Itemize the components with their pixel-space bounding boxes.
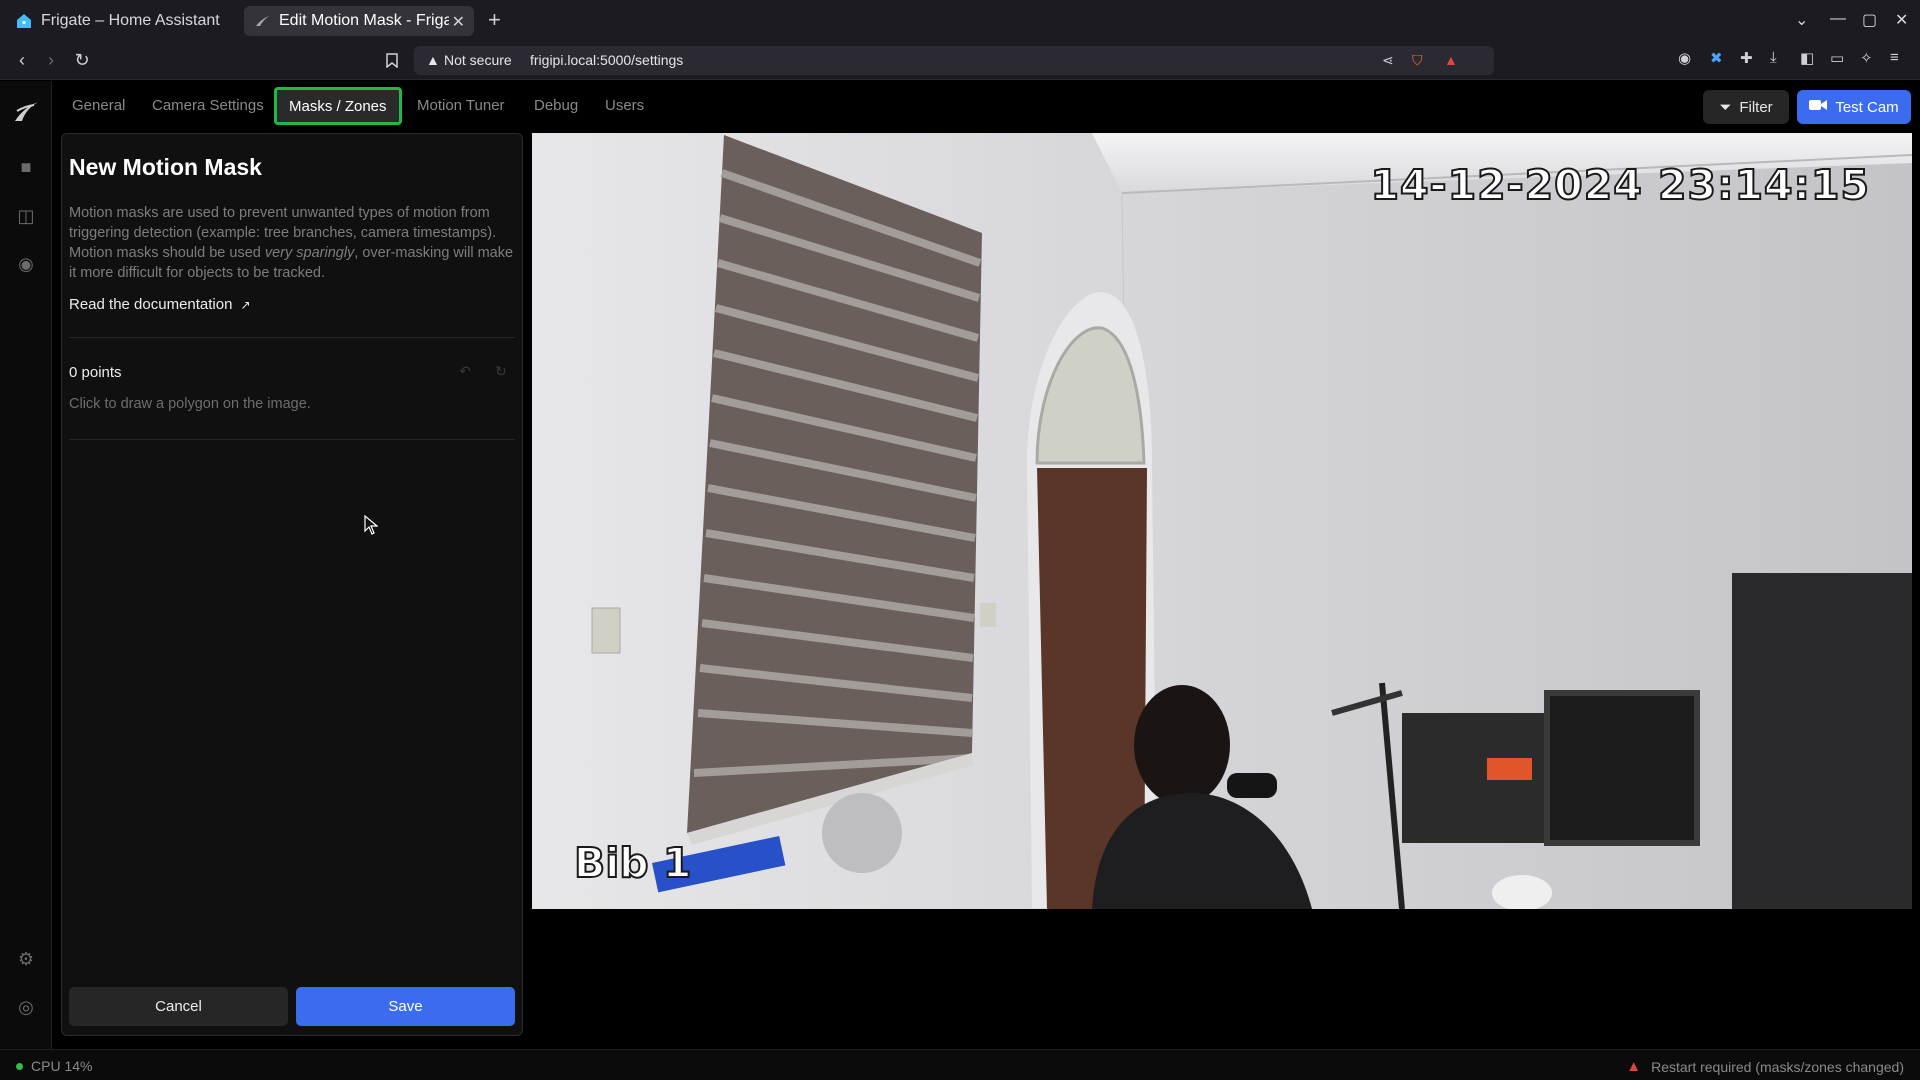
brave-shield-icon[interactable]: ⛉ xyxy=(1412,52,1423,69)
new-tab-icon[interactable]: + xyxy=(488,8,501,32)
panel-title: New Motion Mask xyxy=(69,154,262,180)
restart-notice[interactable]: ▲ Restart required (masks/zones changed) xyxy=(1626,1058,1904,1075)
app-sidebar: ■ ◫ ◉ ⚙ ◎ xyxy=(0,81,52,1049)
maximize-icon[interactable]: ▢ xyxy=(1862,10,1877,30)
divider xyxy=(69,337,515,338)
tab-users[interactable]: Users xyxy=(605,97,644,114)
cpu-label: CPU 14% xyxy=(31,1058,93,1074)
tab-list-icon[interactable]: ⌄ xyxy=(1795,10,1808,30)
security-label: Not secure xyxy=(444,52,512,68)
tab-debug[interactable]: Debug xyxy=(534,97,578,114)
mouse-cursor-icon xyxy=(364,514,379,540)
undo-icon[interactable]: ↶ xyxy=(454,360,476,382)
back-icon[interactable]: ‹ xyxy=(11,49,33,71)
tab-label: Edit Motion Mask - Frigate xyxy=(279,12,449,29)
frigate-logo-icon[interactable] xyxy=(12,97,40,125)
brave-rewards-icon[interactable]: ▲ xyxy=(1444,52,1458,68)
warning-triangle-icon: ▲ xyxy=(1626,1058,1642,1075)
settings-gear-icon[interactable]: ⚙ xyxy=(13,946,39,972)
close-tab-icon[interactable]: ✕ xyxy=(452,12,465,32)
url-text[interactable]: frigipi.local:5000/settings xyxy=(530,52,683,68)
draw-hint: Click to draw a polygon on the image. xyxy=(69,396,311,412)
warning-icon: ▲ xyxy=(426,52,440,68)
review-icon[interactable]: ◫ xyxy=(13,203,39,229)
live-camera-icon[interactable]: ■ xyxy=(13,154,39,180)
close-window-icon[interactable]: ✕ xyxy=(1895,10,1908,30)
status-dot-icon xyxy=(16,1062,23,1070)
cpu-status: CPU 14% xyxy=(16,1058,92,1074)
status-bar: CPU 14% ▲ Restart required (masks/zones … xyxy=(0,1049,1920,1080)
camera-timestamp: 14-12-2024 23:14:15 xyxy=(1370,160,1870,210)
sidebar-icon[interactable]: ◧ xyxy=(1800,49,1814,67)
account-icon[interactable]: ◎ xyxy=(13,994,39,1020)
wallet-icon[interactable]: ▭ xyxy=(1830,49,1844,67)
camera-scene xyxy=(532,133,1912,909)
share-icon[interactable]: ⋖ xyxy=(1382,52,1394,69)
tab-motion-tuner[interactable]: Motion Tuner xyxy=(417,97,505,114)
tab-general[interactable]: General xyxy=(72,97,125,114)
minimize-icon[interactable]: — xyxy=(1830,10,1846,28)
points-count: 0 points xyxy=(69,364,122,381)
browser-tab-home-assistant[interactable]: Frigate – Home Assistant xyxy=(6,6,244,36)
save-button[interactable]: Save xyxy=(296,987,515,1026)
browser-tab-edit-motion-mask[interactable]: Edit Motion Mask - Frigate ✕ xyxy=(244,6,474,36)
camera-select-label: Test Cam xyxy=(1835,98,1899,116)
video-camera-icon xyxy=(1809,98,1828,116)
browser-nav-bar: ‹ › ↻ ▲ Not secure frigipi.local:5000/se… xyxy=(0,41,1920,80)
reload-icon[interactable]: ↻ xyxy=(71,49,93,71)
documentation-link[interactable]: Read the documentation ↗ xyxy=(69,296,251,313)
explore-icon[interactable]: ◉ xyxy=(13,251,39,277)
divider xyxy=(69,439,515,440)
camera-name-overlay: Bib 1 xyxy=(573,838,692,888)
restart-label: Restart required (masks/zones changed) xyxy=(1651,1058,1904,1075)
tab-label: Frigate – Home Assistant xyxy=(41,12,220,29)
cancel-button[interactable]: Cancel xyxy=(69,987,288,1026)
leo-icon[interactable]: ✧ xyxy=(1860,49,1873,67)
motion-mask-panel: New Motion Mask Motion masks are used to… xyxy=(61,133,523,1036)
camera-select-button[interactable]: Test Cam xyxy=(1797,90,1911,124)
documentation-link-label: Read the documentation xyxy=(69,296,233,313)
camera-image[interactable]: 14-12-2024 23:14:15 Bib 1 xyxy=(532,133,1912,909)
filter-icon: ⏷ xyxy=(1719,98,1732,116)
tab-masks-zones[interactable]: Masks / Zones xyxy=(274,87,402,125)
bookmark-icon[interactable] xyxy=(381,49,403,71)
filter-button[interactable]: ⏷ Filter xyxy=(1703,90,1789,124)
frigate-icon xyxy=(254,13,270,29)
tab-camera-settings[interactable]: Camera Settings xyxy=(152,97,264,114)
home-assistant-icon xyxy=(16,13,32,29)
forward-icon[interactable]: › xyxy=(40,49,62,71)
address-bar[interactable]: ▲ Not secure frigipi.local:5000/settings… xyxy=(414,46,1494,75)
reset-icon[interactable]: ↻ xyxy=(490,360,512,382)
panel-description: Motion masks are used to prevent unwante… xyxy=(69,203,519,283)
extension-icon[interactable]: ◉ xyxy=(1678,49,1691,67)
extension-icon[interactable]: ✖ xyxy=(1710,49,1723,67)
settings-tabs: General Camera Settings Masks / Zones Mo… xyxy=(52,81,1920,131)
filter-label: Filter xyxy=(1739,98,1773,116)
description-emphasis: very sparingly xyxy=(264,245,355,261)
external-link-icon: ↗ xyxy=(240,297,251,312)
browser-tab-bar: Frigate – Home Assistant Edit Motion Mas… xyxy=(0,0,1920,41)
download-icon[interactable]: ⤓ xyxy=(1770,49,1777,66)
menu-icon[interactable]: ≡ xyxy=(1890,49,1899,66)
puzzle-icon[interactable]: ✚ xyxy=(1740,49,1753,67)
